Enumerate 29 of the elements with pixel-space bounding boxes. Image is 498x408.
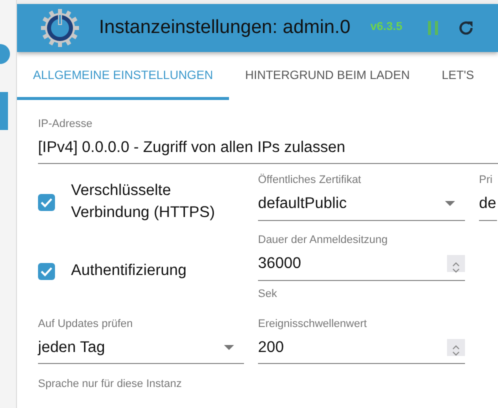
tab[interactable]: LET'S <box>426 52 490 100</box>
checkbox-label: Verschlüsselte Verbindung (HTTPS) <box>71 181 216 224</box>
field-label: Auf Updates prüfen <box>38 318 134 331</box>
logo-icon <box>39 7 81 49</box>
input-field[interactable]: [IPv4] 0.0.0.0 - Zugriff von allen IPs zulassen <box>38 131 498 164</box>
checkbox[interactable] <box>38 194 55 211</box>
spinner-icon[interactable] <box>447 339 465 356</box>
select-field[interactable]: defaultPublic <box>258 187 465 220</box>
sidebar-indicator <box>0 92 8 130</box>
tab[interactable]: HINTERGRUND BEIM LADEN <box>229 52 426 100</box>
window-title: Instanzeinstellungen: admin.0 <box>99 16 350 40</box>
checkbox-label: Authentifizierung <box>71 261 186 282</box>
reload-icon[interactable] <box>457 19 476 37</box>
input-field[interactable]: 200 <box>258 331 465 364</box>
select-field[interactable]: jeden Tag <box>38 331 244 364</box>
checkbox[interactable] <box>38 262 55 280</box>
field-label: Sprache nur für diese Instanz <box>38 378 183 392</box>
field-label: Ereignisschwellenwert <box>258 318 368 331</box>
spinner-icon[interactable] <box>447 255 465 272</box>
field-label: Pri <box>479 174 494 188</box>
helper-text: Sek <box>258 286 278 302</box>
field-label: Öffentliches Zertifikat <box>258 174 362 188</box>
caret-icon <box>224 345 234 350</box>
field-label: IP-Adresse <box>38 118 94 131</box>
select-field[interactable]: de <box>479 187 497 220</box>
caret-icon <box>445 201 455 206</box>
field-label: Dauer der Anmeldesitzung <box>258 234 389 248</box>
version-label: v6.3.5 <box>370 20 402 36</box>
input-field[interactable]: 36000 <box>258 247 465 280</box>
